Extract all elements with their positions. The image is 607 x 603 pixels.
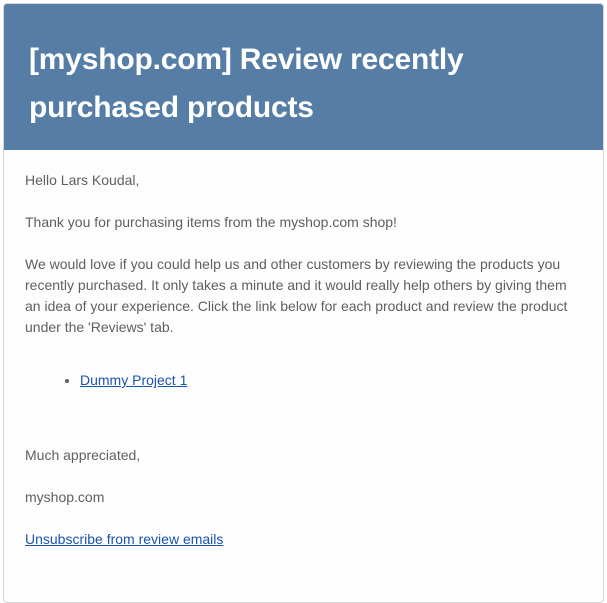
signoff-text: Much appreciated,	[25, 447, 141, 463]
email-card: [myshop.com] Review recently purchased p…	[3, 3, 604, 603]
email-header: [myshop.com] Review recently purchased p…	[4, 4, 603, 150]
email-body: Hello Lars Koudal, Thank you for purchas…	[4, 150, 603, 550]
greeting-text: Hello Lars Koudal,	[25, 172, 140, 188]
thanks-text: Thank you for purchasing items from the …	[25, 214, 397, 230]
unsubscribe-link[interactable]: Unsubscribe from review emails	[25, 531, 223, 547]
email-title: [myshop.com] Review recently purchased p…	[29, 43, 464, 124]
list-item: Dummy Project 1	[80, 370, 579, 391]
sender-text: myshop.com	[25, 489, 105, 505]
product-link[interactable]: Dummy Project 1	[80, 372, 187, 388]
product-list: Dummy Project 1	[25, 370, 579, 391]
review-request-text: We would love if you could help us and o…	[25, 256, 568, 335]
